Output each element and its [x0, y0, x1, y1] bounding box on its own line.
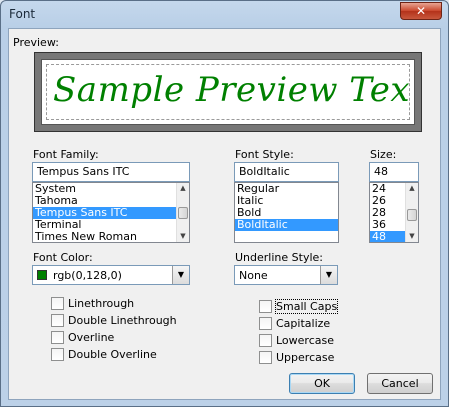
preview-panel: Sample Preview Text	[34, 52, 422, 132]
font-family-input[interactable]: Tempus Sans ITC	[32, 162, 190, 182]
uppercase-checkbox-row[interactable]: Uppercase	[259, 351, 399, 365]
overline-checkbox-row[interactable]: Overline	[51, 331, 191, 345]
close-button[interactable]: ✕	[400, 2, 442, 20]
size-scrollbar[interactable]: ▲ ▼	[405, 183, 418, 242]
font-color-value: rgb(0,128,0)	[53, 269, 122, 282]
scroll-down-icon[interactable]: ▼	[177, 231, 189, 242]
underline-style-value: None	[239, 269, 268, 282]
size-label: Size:	[370, 148, 397, 161]
double-linethrough-checkbox[interactable]	[51, 314, 64, 327]
scroll-thumb[interactable]	[407, 209, 417, 221]
double-linethrough-label: Double Linethrough	[68, 314, 177, 327]
lowercase-checkbox[interactable]	[259, 334, 272, 347]
font-family-list-item[interactable]: Times New Roman	[33, 231, 189, 243]
capitalize-checkbox-row[interactable]: Capitalize	[259, 317, 399, 331]
overline-checkbox[interactable]	[51, 331, 64, 344]
preview-frame: Sample Preview Text	[46, 64, 410, 120]
preview-canvas: Sample Preview Text	[41, 59, 415, 125]
small-caps-checkbox-row[interactable]: Small Caps	[259, 299, 399, 314]
double-overline-label: Double Overline	[68, 348, 157, 361]
font-family-list[interactable]: System Tahoma Tempus Sans ITC Terminal Times…	[32, 182, 190, 243]
font-style-input[interactable]: BoldItalic	[234, 162, 339, 182]
cancel-button[interactable]: Cancel	[367, 373, 433, 394]
font-color-label: Font Color:	[33, 251, 93, 264]
overline-label: Overline	[68, 331, 115, 344]
capitalize-label: Capitalize	[276, 317, 331, 330]
chevron-down-icon[interactable]: ▼	[172, 266, 189, 284]
font-dialog: Font ✕ Preview: Sample Preview Text Font…	[0, 0, 449, 407]
size-list[interactable]: 24 26 28 36 48 ▲ ▼	[369, 182, 419, 243]
font-family-scrollbar[interactable]: ▲ ▼	[176, 183, 189, 242]
size-input[interactable]: 48	[369, 162, 419, 182]
uppercase-checkbox[interactable]	[259, 351, 272, 364]
ok-button[interactable]: OK	[289, 373, 355, 394]
linethrough-checkbox[interactable]	[51, 297, 64, 310]
color-swatch	[37, 270, 47, 280]
scroll-up-icon[interactable]: ▲	[177, 183, 189, 194]
underline-style-dropdown[interactable]: None ▼	[234, 265, 338, 285]
scroll-up-icon[interactable]: ▲	[406, 183, 418, 194]
font-color-dropdown[interactable]: rgb(0,128,0) ▼	[32, 265, 190, 285]
font-style-list-item[interactable]: BoldItalic	[235, 219, 338, 231]
scroll-down-icon[interactable]: ▼	[406, 231, 418, 242]
preview-text: Sample Preview Text	[53, 70, 410, 110]
small-caps-checkbox[interactable]	[259, 300, 272, 313]
title-bar[interactable]: Font ✕	[1, 1, 448, 27]
window-title: Font	[9, 7, 36, 21]
lowercase-checkbox-row[interactable]: Lowercase	[259, 334, 399, 348]
double-overline-checkbox-row[interactable]: Double Overline	[51, 348, 191, 362]
underline-style-label: Underline Style:	[235, 251, 323, 264]
font-style-list[interactable]: Regular Italic Bold BoldItalic	[234, 182, 339, 243]
scroll-thumb[interactable]	[178, 207, 188, 219]
linethrough-checkbox-row[interactable]: Linethrough	[51, 297, 191, 311]
chevron-down-icon[interactable]: ▼	[320, 266, 337, 284]
uppercase-label: Uppercase	[276, 351, 335, 364]
capitalize-checkbox[interactable]	[259, 317, 272, 330]
double-overline-checkbox[interactable]	[51, 348, 64, 361]
small-caps-label: Small Caps	[274, 299, 339, 314]
font-family-label: Font Family:	[33, 148, 99, 161]
lowercase-label: Lowercase	[276, 334, 334, 347]
preview-label: Preview:	[13, 36, 59, 49]
dialog-client-area: Preview: Sample Preview Text Font Family…	[8, 28, 441, 400]
close-icon: ✕	[415, 4, 427, 18]
linethrough-label: Linethrough	[68, 297, 135, 310]
font-style-label: Font Style:	[235, 148, 294, 161]
double-linethrough-checkbox-row[interactable]: Double Linethrough	[51, 314, 191, 328]
